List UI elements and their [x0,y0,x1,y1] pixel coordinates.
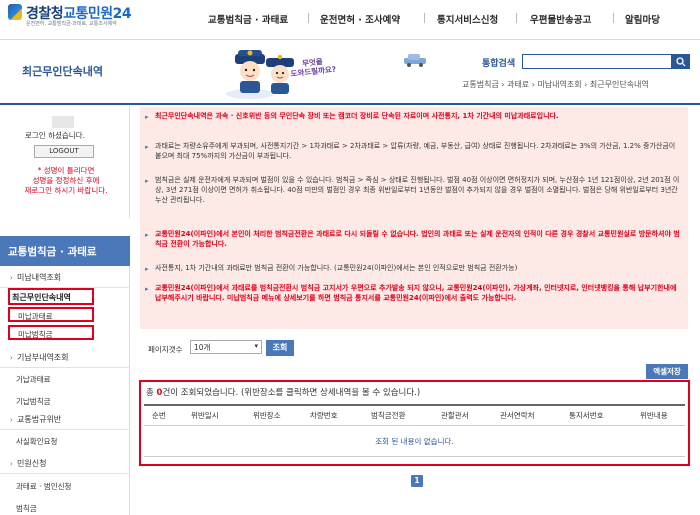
info-item: ▸ 사전통지, 1차 기간내의 과태료만 범칙금 전환이 가능합니다. (교통민원… [145,263,682,273]
sidebar-item-label: 미납내역조회 [17,273,62,282]
column-header: 위반장소 [253,411,281,420]
info-text: 범칙금은 실제 운전자에게 부과되며 벌점이 있을 수 있습니다. 범칙금 > … [155,176,680,205]
sub-header [0,41,700,103]
sidebar-item-label: 최근무인단속내역 [12,293,71,302]
info-text: 교통민원24(이파인)에서 본인이 처리한 범칙금전환은 과태료로 다시 되돌릴… [155,230,680,249]
name-correction-notice: * 성명이 틀리다면 성명을 정정하신 후에 재로그인 하시기 바랍니다. [24,166,108,195]
column-header: 통지서번호 [569,411,604,420]
sidebar-item-penalty[interactable]: 범칙금 [16,503,37,514]
sidebar-item-fine-corporate[interactable]: 과태료 · 범인신청 [16,481,71,492]
bullet-icon: › [10,416,13,424]
summary-prefix: 총 [146,388,157,398]
column-header: 관서연락처 [500,411,535,420]
info-item: ▸ 교통민원24(이파인)에서 과태료를 범칙금전환시 범칙금 고지서가 우편으로… [145,283,682,303]
sidebar-item-paid-penalty[interactable]: 기납범칙금 [16,396,51,407]
search-button[interactable] [672,54,690,69]
column-header: 위반내용 [640,411,668,420]
sidebar-heading: 교통범칙금 · 과태료 [0,236,130,266]
sidebar-item-civil-request[interactable]: › 민원신청 [0,452,130,474]
nav-returned-mail[interactable]: 우편물반송공고 [530,12,591,26]
header-divider [0,103,700,105]
sidebar-item-label: 교통법규위반 [17,415,62,424]
arrow-icon: ▸ [145,143,149,151]
nav-license-appointment[interactable]: 운전면허 · 조사예약 [320,12,400,26]
arrow-icon: ▸ [145,231,149,239]
column-header: 범칙금전환 [371,411,406,420]
page-size-label: 페이지갯수 [148,345,183,354]
query-button[interactable]: 조회 [266,340,294,356]
arrow-icon: ▸ [145,177,149,185]
column-header: 관할관서 [441,411,469,420]
column-header: 순번 [152,411,166,420]
sidebar-item-unpaid-fines[interactable]: 미납과태료 [8,307,94,322]
info-item: ▸ 최근무인단속내역은 과속 · 신호위반 등의 무인단속 장비 또는 캠코더 장… [145,111,682,121]
sidebar-item-unpaid-inquiry[interactable]: › 미납내역조회 [0,266,130,288]
nav-divider [516,13,517,23]
nav-traffic-fines[interactable]: 교통범칙금 · 과태료 [208,12,288,26]
result-summary: 총 0건이 조회되었습니다. (위반장소를 클릭하면 상세내역을 볼 수 있습니… [146,386,420,398]
sidebar-item-label: 미납과태료 [18,312,53,321]
chevron-down-icon: ▾ [254,342,258,350]
page-size-select[interactable]: 10개 ▾ [190,340,262,354]
page-size-value: 10개 [194,343,211,352]
breadcrumb: 교통범칙금 › 과태료 › 미납내역조회 › 최근무인단속내역 [462,80,649,89]
sidebar-item-recent-enforcement[interactable]: 최근무인단속내역 [8,288,94,305]
search-icon [676,56,686,66]
sidebar-item-label: 미납범칙금 [18,330,53,339]
police-emblem-icon[interactable] [8,4,22,20]
info-text: 사전통지, 1차 기간내의 과태료만 범칙금 전환이 가능합니다. (교통민원2… [155,264,518,272]
pagination-page-1[interactable]: 1 [411,475,423,487]
sidebar-item-fact-check[interactable]: 사실확인요청 [16,436,57,447]
page-title: 최근무인단속내역 [22,65,103,78]
excel-export-button[interactable]: 엑셀저장 [646,364,688,379]
info-item: ▸ 교통민원24(이파인)에서 본인이 처리한 범칙금전환은 과태료로 다시 되돌… [145,229,682,249]
sidebar-item-label: 기납부내역조회 [17,353,69,362]
sidebar-item-unpaid-penalty[interactable]: 미납범칙금 [8,325,94,340]
sidebar-item-paid-fines[interactable]: 기납과태료 [16,374,51,385]
arrow-icon: ▸ [145,285,149,293]
nav-divider [424,13,425,23]
column-header: 차량번호 [310,411,338,420]
info-text: 과태료는 차량소유주에게 부과되며, 사전통지기간 > 1차과태료 > 2차과태… [155,142,676,161]
nav-divider [308,13,309,23]
nav-notice-board[interactable]: 알림마당 [625,12,660,26]
arrow-icon: ▸ [145,265,149,273]
bullet-icon: › [10,274,13,282]
bullet-icon: › [10,354,13,362]
sidebar-item-traffic-violation[interactable]: › 교통법규위반 [0,408,130,430]
sidebar-item-label: 민원신청 [17,459,47,468]
nav-notification-service[interactable]: 통지서비스신청 [437,12,498,26]
column-header: 위반일시 [191,411,219,420]
info-item: ▸ 과태료는 차량소유주에게 부과되며, 사전통지기간 > 1차과태료 > 2차과… [145,141,682,161]
search-label: 통합검색 [482,59,516,69]
arrow-icon: ▸ [145,113,149,121]
search-input[interactable] [522,54,672,69]
bullet-icon: › [10,460,13,468]
logo-subtitle: 운전면허, 교통범칙금·과태료, 교통조사예약 [26,21,117,27]
car-icon [404,54,426,67]
nav-divider [613,13,614,23]
logout-button[interactable]: LOGOUT [34,145,94,158]
empty-result-row: 조회 된 내용이 없습니다. [144,427,685,457]
info-text: 교통민원24(이파인)에서 과태료를 범칙금전환시 범칙금 고지서가 우편으로 … [155,284,677,303]
summary-suffix: 건이 조회되었습니다. (위반장소를 클릭하면 상세내역을 볼 수 있습니다.) [162,388,421,398]
user-name-redacted [52,116,74,128]
sidebar-item-paid-history[interactable]: › 기납부내역조회 [0,346,130,368]
info-item: ▸ 범칙금은 실제 운전자에게 부과되며 벌점이 있을 수 있습니다. 범칙금 >… [145,175,682,205]
info-text: 최근무인단속내역은 과속 · 신호위반 등의 무인단속 장비 또는 캠코더 장비… [155,112,559,120]
login-greeting: 로그인 하셨습니다. [25,131,85,140]
